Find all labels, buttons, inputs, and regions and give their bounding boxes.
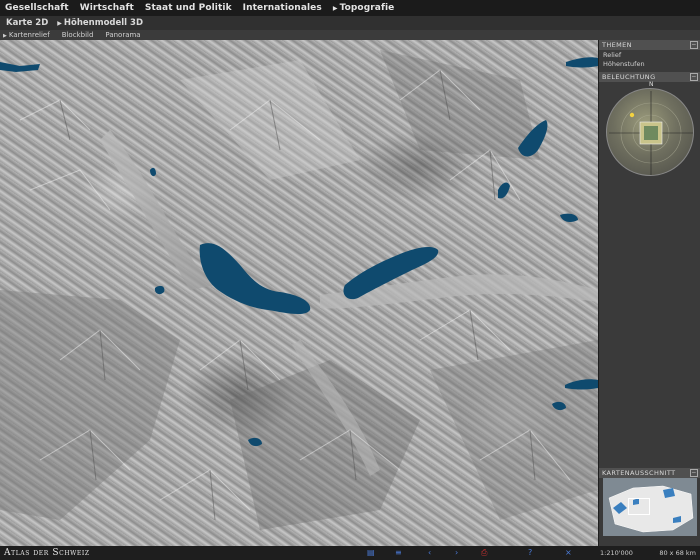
close-icon[interactable]: × [565, 548, 572, 557]
tab-karte-2d[interactable]: Karte 2D [6, 18, 48, 28]
main-menu: Gesellschaft Wirtschaft Staat und Politi… [0, 0, 700, 16]
kartenausschnitt-header: KARTENAUSSCHNITT − [599, 468, 700, 478]
view-blockbild[interactable]: Blockbild [62, 31, 94, 39]
viewport-selection[interactable] [628, 498, 650, 515]
map-scale: 1:210'000 [600, 549, 633, 557]
overview-map-graphic [608, 485, 694, 533]
back-icon[interactable]: ‹ [428, 548, 431, 557]
relief-map-graphic [0, 50, 598, 530]
view-kartenrelief-label: Kartenrelief [8, 31, 50, 39]
overview-map[interactable] [603, 478, 697, 536]
kartenausschnitt-title: KARTENAUSSCHNITT [602, 469, 676, 477]
map-icon[interactable]: ▤ [367, 548, 375, 557]
menu-gesellschaft[interactable]: Gesellschaft [5, 3, 69, 13]
sub-menu: Karte 2D ▶ Höhenmodell 3D [0, 16, 700, 30]
help-icon[interactable]: ? [528, 548, 532, 557]
theme-relief[interactable]: Relief [603, 51, 621, 59]
menu-topografie[interactable]: ▶ Topografie [333, 3, 395, 13]
theme-hoehenstufen[interactable]: Höhenstufen [603, 60, 645, 68]
status-bar: Atlas der Schweiz ▤ ≡ ‹ › ⎙ ? × 1:210'00… [0, 546, 700, 560]
side-panel: THEMEN − Relief Höhenstufen BELEUCHTUNG … [598, 40, 700, 546]
north-label: N [649, 81, 654, 88]
tab-hoehenmodell-3d[interactable]: ▶ Höhenmodell 3D [57, 18, 143, 28]
forward-icon[interactable]: › [455, 548, 458, 557]
themen-title: THEMEN [602, 41, 632, 49]
collapse-icon[interactable]: − [690, 73, 698, 81]
lighting-globe-graphic [609, 91, 693, 175]
menu-wirtschaft[interactable]: Wirtschaft [80, 3, 134, 13]
atlas-logo: Atlas der Schweiz [4, 548, 90, 558]
view-mode-bar: ▶ Kartenrelief Blockbild Panorama [0, 30, 700, 40]
collapse-icon[interactable]: − [690, 41, 698, 49]
menu-internationales[interactable]: Internationales [243, 3, 322, 13]
menu-topografie-label: Topografie [339, 3, 395, 13]
list-icon[interactable]: ≡ [395, 548, 402, 557]
collapse-icon[interactable]: − [690, 469, 698, 477]
triangle-right-icon: ▶ [3, 33, 7, 39]
tab-hoehenmodell-3d-label: Höhenmodell 3D [63, 18, 144, 28]
relief-map[interactable] [0, 40, 598, 546]
menu-staat-und-politik[interactable]: Staat und Politik [145, 3, 232, 13]
view-panorama[interactable]: Panorama [105, 31, 140, 39]
map-dimensions: 80 x 68 km [659, 549, 696, 557]
triangle-right-icon: ▶ [57, 20, 62, 27]
beleuchtung-title: BELEUCHTUNG [602, 73, 656, 81]
view-kartenrelief[interactable]: ▶ Kartenrelief [3, 31, 50, 39]
triangle-right-icon: ▶ [332, 5, 338, 12]
themen-header: THEMEN − [599, 40, 700, 50]
lighting-globe[interactable]: N [606, 81, 694, 176]
print-icon[interactable]: ⎙ [481, 548, 487, 558]
